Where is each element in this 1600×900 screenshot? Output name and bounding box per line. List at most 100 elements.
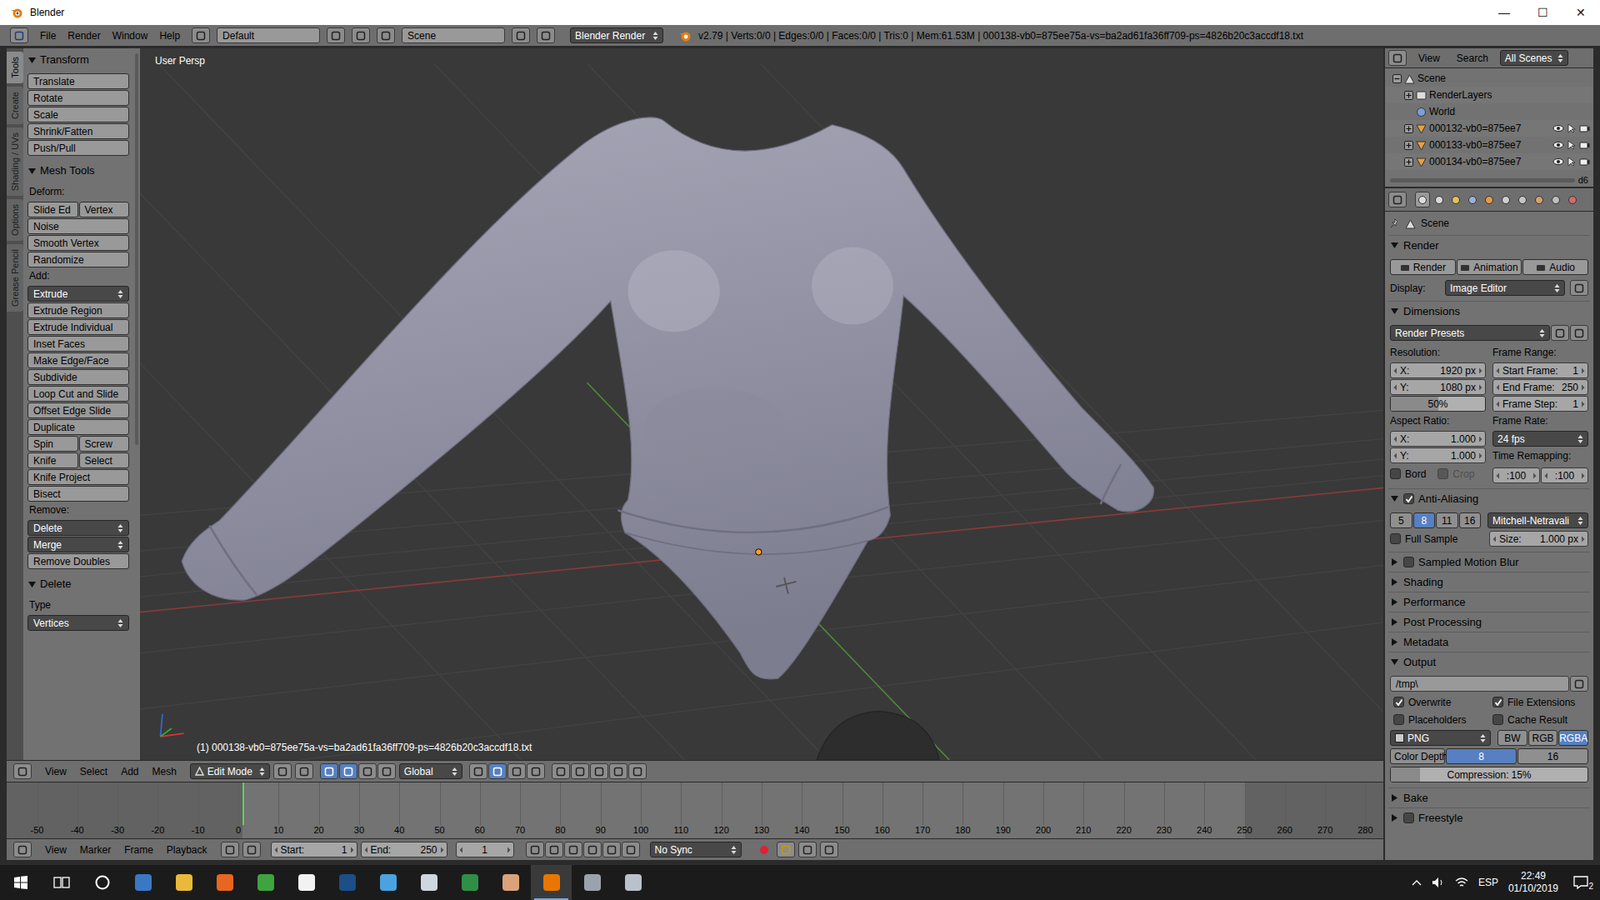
- outliner-row[interactable]: 000133-vb0=875ee7: [1385, 136, 1594, 154]
- checkbox[interactable]: Overwrite: [1393, 694, 1486, 710]
- tool-button[interactable]: Remove Doubles: [27, 553, 130, 570]
- disclosure-triangle[interactable]: [1390, 558, 1400, 566]
- render-button[interactable]: Audio: [1522, 259, 1589, 275]
- expand-toggle[interactable]: [1404, 157, 1414, 167]
- translate-manipulator-button[interactable]: [339, 763, 358, 780]
- menu-item[interactable]: Render: [67, 28, 100, 44]
- prev-key-button[interactable]: [545, 841, 564, 858]
- tool-button[interactable]: Randomize: [27, 251, 130, 268]
- context-tab[interactable]: [1431, 191, 1447, 208]
- menu-item[interactable]: Mesh: [152, 764, 177, 780]
- panel-checkbox[interactable]: [1403, 493, 1415, 505]
- number-field[interactable]: Start Frame:1: [1492, 362, 1589, 379]
- taskbar-button[interactable]: [245, 865, 286, 900]
- context-tab[interactable]: [1498, 191, 1514, 208]
- outliner[interactable]: ViewSearchAll ScenesSceneRenderLayersWor…: [1385, 48, 1594, 187]
- visibility-toggle[interactable]: [1552, 140, 1565, 150]
- checkbox[interactable]: Full Sample: [1390, 530, 1483, 547]
- taskbar-button[interactable]: [530, 865, 572, 900]
- orientation-dropdown[interactable]: Global: [399, 763, 463, 780]
- context-tab[interactable]: [1481, 191, 1497, 208]
- number-field[interactable]: X:1.000: [1390, 430, 1486, 447]
- record-button[interactable]: [755, 841, 774, 858]
- number-field[interactable]: X:1920 px: [1390, 362, 1486, 379]
- checkbox-box[interactable]: [1492, 696, 1504, 708]
- tool-button[interactable]: Rotate: [27, 90, 130, 106]
- menu-item[interactable]: Window: [112, 28, 149, 44]
- panel-header[interactable]: Sampled Motion Blur: [1388, 551, 1590, 572]
- manipulator-button[interactable]: [320, 763, 339, 780]
- disclosure-triangle[interactable]: [1390, 242, 1400, 249]
- context-tab[interactable]: [1548, 191, 1564, 208]
- lock-range-button[interactable]: [242, 841, 261, 858]
- tool-button[interactable]: Inset Faces: [27, 335, 130, 352]
- panel-checkbox[interactable]: [1403, 812, 1415, 824]
- tool-button[interactable]: Vertex: [79, 201, 130, 218]
- current-frame-line[interactable]: [242, 782, 245, 825]
- taskbar-button[interactable]: [81, 865, 123, 900]
- checkbox-box[interactable]: [1393, 714, 1405, 725]
- panel-header[interactable]: Shading: [1388, 571, 1590, 592]
- tool-button[interactable]: Scale: [27, 106, 130, 123]
- remove-preset-button[interactable]: [1570, 325, 1589, 341]
- remove-layout-button[interactable]: [351, 27, 370, 44]
- panel-header[interactable]: Performance: [1388, 591, 1590, 612]
- outliner-row[interactable]: RenderLayers: [1385, 86, 1594, 104]
- tool-button[interactable]: Translate: [27, 73, 130, 90]
- channel-option[interactable]: BW: [1497, 730, 1528, 746]
- checkbox[interactable]: Bord: [1390, 465, 1426, 482]
- panel-header[interactable]: Delete: [27, 574, 130, 595]
- next-key-button[interactable]: [602, 841, 621, 858]
- collapsed-panel[interactable]: Performance: [1388, 591, 1590, 612]
- frame-rate-dropdown[interactable]: 24 fps: [1492, 430, 1589, 447]
- checkbox-box[interactable]: [1390, 468, 1401, 480]
- notification-center[interactable]: 2: [1568, 875, 1592, 890]
- disclosure-triangle[interactable]: [1390, 638, 1400, 646]
- number-field[interactable]: Size:1.000 px: [1489, 530, 1589, 547]
- add-preset-button[interactable]: [1550, 325, 1570, 341]
- edge-select-button[interactable]: [488, 763, 507, 780]
- window-control[interactable]: ✕: [1561, 0, 1600, 25]
- panel-header[interactable]: Mesh Tools: [27, 160, 130, 181]
- properties-editor-button[interactable]: [1388, 191, 1407, 208]
- collapsed-panel[interactable]: Sampled Motion Blur: [1388, 551, 1590, 572]
- renderable-toggle[interactable]: [1579, 140, 1590, 150]
- tool-button[interactable]: Knife: [27, 452, 79, 469]
- visibility-toggle[interactable]: [1552, 123, 1565, 134]
- menu-item[interactable]: Select: [80, 764, 108, 780]
- file-format-dropdown[interactable]: PNG: [1390, 730, 1491, 746]
- shelf-tab[interactable]: Tools: [6, 51, 24, 84]
- collapsed-panel[interactable]: Bake: [1388, 787, 1590, 808]
- tool-dropdown[interactable]: Merge: [27, 536, 130, 553]
- number-field[interactable]: Start:1: [270, 841, 358, 858]
- menu-item[interactable]: Playback: [166, 842, 208, 858]
- shelf-tab[interactable]: Options: [6, 199, 24, 241]
- expand-toggle[interactable]: [1404, 124, 1414, 134]
- tool-dropdown[interactable]: Vertices: [27, 615, 130, 631]
- renderable-toggle[interactable]: [1579, 156, 1590, 167]
- taskbar-button[interactable]: [285, 865, 327, 900]
- tool-button[interactable]: Smooth Vertex: [27, 235, 130, 251]
- add-layout-button[interactable]: [326, 27, 345, 44]
- checkbox[interactable]: Placeholders: [1393, 711, 1486, 728]
- context-tab[interactable]: [1448, 191, 1464, 208]
- menu-item[interactable]: View: [45, 842, 67, 858]
- info-editor-button[interactable]: [10, 27, 29, 44]
- pivot-point-button[interactable]: [295, 763, 314, 780]
- play-button[interactable]: [583, 841, 602, 858]
- taskbar-button[interactable]: [40, 865, 82, 900]
- visibility-toggle[interactable]: [1552, 156, 1565, 167]
- tool-button[interactable]: Shrink/Fatten: [27, 123, 130, 140]
- outliner-row[interactable]: World: [1385, 103, 1594, 120]
- snap-button[interactable]: [570, 763, 590, 780]
- checkbox-box[interactable]: [1390, 533, 1401, 545]
- tool-button[interactable]: Subdivide: [27, 369, 130, 385]
- taskbar-button[interactable]: [408, 865, 450, 900]
- properties-editor[interactable]: SceneRenderRenderAnimationAudioDisplay:I…: [1385, 188, 1594, 860]
- number-field[interactable]: 1: [455, 841, 515, 858]
- display-mode-dropdown[interactable]: All Scenes: [1500, 50, 1569, 66]
- window-control[interactable]: ☐: [1523, 0, 1562, 25]
- taskbar-button[interactable]: [163, 865, 205, 900]
- disclosure-triangle[interactable]: [27, 168, 37, 175]
- sample-option[interactable]: 11: [1435, 512, 1459, 529]
